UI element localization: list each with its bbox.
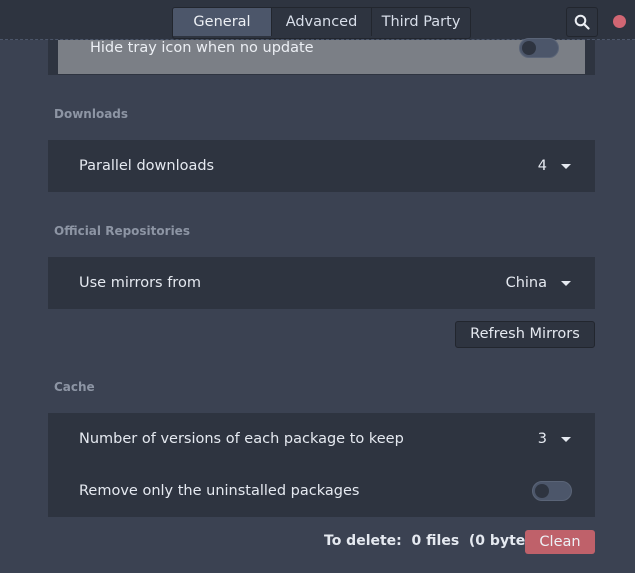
toggle-knob — [535, 484, 549, 498]
to-delete-summary: To delete: 0 files (0 bytes) — [324, 533, 540, 549]
downloads-card: Parallel downloads 4 — [48, 140, 595, 192]
tab-advanced[interactable]: Advanced — [272, 8, 372, 36]
cache-section-title: Cache — [54, 380, 95, 394]
mirrors-country-select[interactable]: China — [506, 257, 571, 309]
chevron-down-icon — [561, 436, 571, 442]
chevron-down-icon — [561, 280, 571, 286]
chevron-down-icon — [561, 163, 571, 169]
close-dot-icon[interactable] — [613, 15, 626, 28]
keep-versions-label: Number of versions of each package to ke… — [79, 431, 404, 447]
to-delete-label: To delete: — [324, 533, 402, 549]
downloads-section-title: Downloads — [54, 107, 129, 121]
parallel-downloads-value: 4 — [537, 158, 547, 174]
uninstalled-only-label: Remove only the uninstalled packages — [79, 483, 360, 499]
tray-card: Hide tray icon when no update — [48, 38, 595, 75]
parallel-downloads-select[interactable]: 4 — [538, 140, 571, 192]
parallel-downloads-label: Parallel downloads — [79, 158, 215, 174]
uninstalled-only-row: Remove only the uninstalled packages — [48, 465, 595, 517]
cache-card: Number of versions of each package to ke… — [48, 413, 595, 517]
tab-group: General Advanced Third Party — [172, 7, 471, 39]
tray-toggle[interactable] — [519, 38, 559, 58]
mirrors-label: Use mirrors from — [79, 275, 201, 291]
refresh-mirrors-button[interactable]: Refresh Mirrors — [455, 321, 595, 348]
tab-general[interactable]: General — [173, 8, 272, 36]
mirrors-row: Use mirrors from China — [48, 257, 595, 309]
search-icon — [574, 14, 590, 30]
clean-button[interactable]: Clean — [525, 530, 595, 554]
official-repos-section-title: Official Repositories — [54, 224, 190, 238]
keep-versions-row: Number of versions of each package to ke… — [48, 413, 595, 465]
official-repos-card: Use mirrors from China — [48, 257, 595, 309]
header-bar: General Advanced Third Party — [0, 0, 635, 40]
keep-versions-value: 3 — [537, 431, 547, 447]
mirrors-country-value: China — [505, 275, 547, 291]
keep-versions-select[interactable]: 3 — [538, 413, 571, 465]
tray-row: Hide tray icon when no update — [58, 38, 585, 74]
tab-third-party[interactable]: Third Party — [372, 8, 470, 36]
tray-label: Hide tray icon when no update — [90, 40, 314, 56]
uninstalled-only-toggle[interactable] — [532, 481, 572, 501]
to-delete-files: 0 files — [411, 533, 460, 549]
search-button[interactable] — [566, 7, 598, 37]
parallel-downloads-row: Parallel downloads 4 — [48, 140, 595, 192]
toggle-knob — [522, 41, 536, 55]
